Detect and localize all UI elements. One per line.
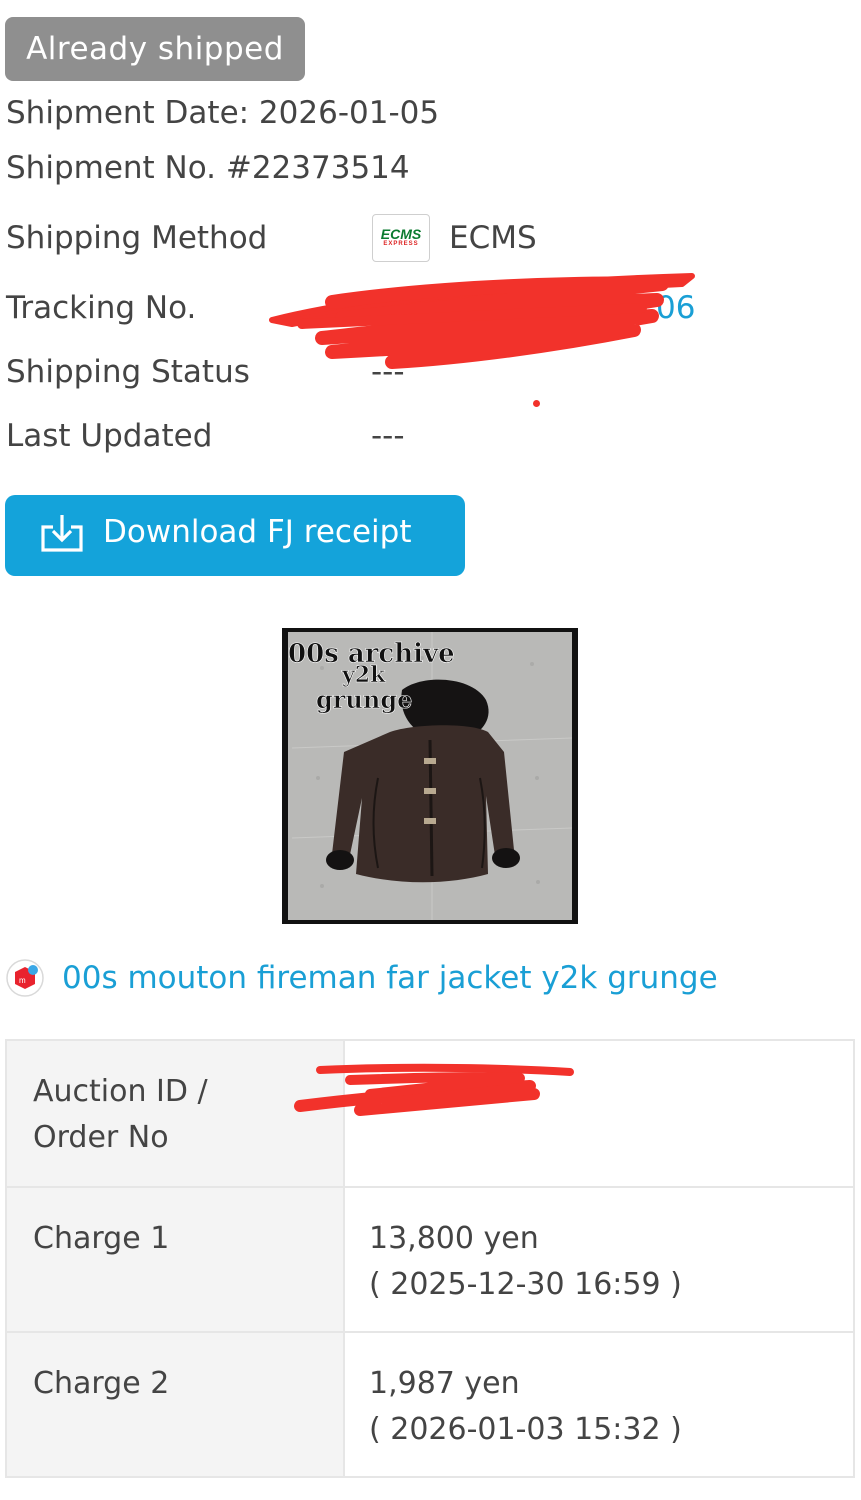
charge-1-value: 13,800 yen ( 2025-12-30 16:59 ) bbox=[343, 1186, 855, 1333]
charge-2-amount: 1,987 yen bbox=[369, 1366, 520, 1401]
table-row: Charge 1 13,800 yen ( 2025-12-30 16:59 ) bbox=[5, 1186, 855, 1333]
shipping-status-label: Shipping Status bbox=[6, 354, 250, 390]
charge-1-timestamp: ( 2025-12-30 16:59 ) bbox=[369, 1267, 682, 1302]
download-icon bbox=[41, 515, 83, 552]
charge-2-value: 1,987 yen ( 2026-01-03 15:32 ) bbox=[343, 1331, 855, 1478]
status-badge: Already shipped bbox=[5, 17, 305, 81]
download-receipt-label: Download FJ receipt bbox=[103, 514, 412, 550]
red-dot-mark bbox=[533, 400, 540, 407]
charge-2-timestamp: ( 2026-01-03 15:32 ) bbox=[369, 1412, 682, 1447]
tracking-number-label: Tracking No. bbox=[6, 290, 197, 326]
charge-2-key: Charge 2 bbox=[5, 1331, 345, 1478]
shipping-method-value: ECMS bbox=[449, 220, 537, 256]
table-row: Charge 2 1,987 yen ( 2026-01-03 15:32 ) bbox=[5, 1331, 855, 1478]
ecms-logo-text: ECMS bbox=[380, 226, 422, 242]
auction-id-key-line2: Order No bbox=[33, 1120, 169, 1155]
thumbnail-overlay-line3: grunge bbox=[316, 685, 412, 714]
tracking-redaction-scribble bbox=[269, 273, 695, 369]
shipping-method-label: Shipping Method bbox=[6, 220, 268, 256]
order-id-redaction-scribble bbox=[294, 1063, 574, 1116]
auction-id-key-line1: Auction ID / bbox=[33, 1074, 208, 1109]
last-updated-value: --- bbox=[371, 418, 405, 454]
ecms-logo: ECMS EXPRESS bbox=[372, 214, 430, 262]
shipment-date: Shipment Date: 2026-01-05 bbox=[6, 95, 440, 131]
charge-1-key: Charge 1 bbox=[5, 1186, 345, 1333]
svg-text:m: m bbox=[19, 976, 26, 985]
charge-1-amount: 13,800 yen bbox=[369, 1221, 539, 1256]
shipment-number: Shipment No. #22373514 bbox=[6, 150, 410, 186]
product-thumbnail[interactable]: 00s archive y2k grunge bbox=[282, 628, 578, 924]
mercari-icon: m bbox=[6, 959, 44, 997]
product-title-link[interactable]: 00s mouton fireman far jacket y2k grunge bbox=[62, 960, 718, 996]
shipping-status-value: --- bbox=[371, 354, 405, 390]
last-updated-label: Last Updated bbox=[6, 418, 213, 454]
ecms-logo-subtext: EXPRESS bbox=[383, 241, 419, 247]
download-receipt-button[interactable]: Download FJ receipt bbox=[5, 495, 465, 576]
